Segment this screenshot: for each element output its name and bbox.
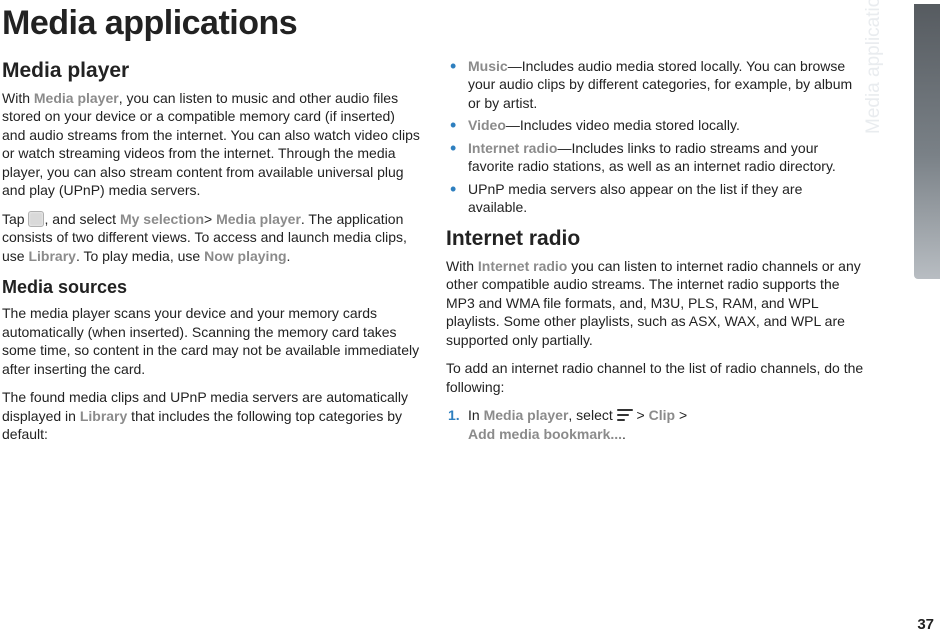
step-item: 1. In Media player, select > Clip > Add … <box>446 406 864 443</box>
side-tab-label: Media applications <box>863 0 885 134</box>
media-sources-library: The found media clips and UPnP media ser… <box>2 388 420 443</box>
steps-list: 1. In Media player, select > Clip > Add … <box>446 406 864 443</box>
library-term: Library <box>28 248 75 264</box>
content-columns: Media player With Media player, you can … <box>2 57 900 454</box>
my-selection-term: My selection <box>120 211 204 227</box>
internet-radio-add-intro: To add an internet radio channel to the … <box>446 359 864 396</box>
menu-icon <box>617 409 633 422</box>
clip-term: Clip <box>649 407 675 423</box>
list-item: Internet radio—Includes links to radio s… <box>446 139 864 176</box>
music-term: Music <box>468 58 508 74</box>
internet-radio-intro: With Internet radio you can listen to in… <box>446 257 864 349</box>
internet-radio-term-2: Internet radio <box>478 258 567 274</box>
media-player-term: Media player <box>34 90 119 106</box>
page-title: Media applications <box>2 4 900 43</box>
side-tab: Media applications <box>914 4 940 279</box>
list-item: Music—Includes audio media stored locall… <box>446 57 864 112</box>
heading-media-player: Media player <box>2 59 420 83</box>
category-list: Music—Includes audio media stored locall… <box>446 57 864 217</box>
media-player-term-2: Media player <box>484 407 569 423</box>
left-column: Media player With Media player, you can … <box>2 57 420 454</box>
heading-media-sources: Media sources <box>2 277 420 298</box>
heading-internet-radio: Internet radio <box>446 227 864 251</box>
page-number: 37 <box>917 616 934 633</box>
add-media-bookmark-term: Add media bookmark... <box>468 426 622 442</box>
media-player-launch: Tap , and select My selection> Media pla… <box>2 210 420 265</box>
right-column: Music—Includes audio media stored locall… <box>446 57 864 454</box>
page: Media applications Media applications Me… <box>0 4 940 635</box>
internet-radio-term: Internet radio <box>468 140 557 156</box>
step-number: 1. <box>448 406 460 424</box>
library-term-2: Library <box>80 408 127 424</box>
app-launcher-icon <box>28 211 44 227</box>
now-playing-term: Now playing <box>204 248 286 264</box>
list-item: UPnP media servers also appear on the li… <box>446 180 864 217</box>
list-item: Video—Includes video media stored locall… <box>446 116 864 134</box>
video-term: Video <box>468 117 506 133</box>
media-sources-scan: The media player scans your device and y… <box>2 304 420 378</box>
media-player-intro: With Media player, you can listen to mus… <box>2 89 420 200</box>
media-player-menu-term: Media player <box>216 211 301 227</box>
